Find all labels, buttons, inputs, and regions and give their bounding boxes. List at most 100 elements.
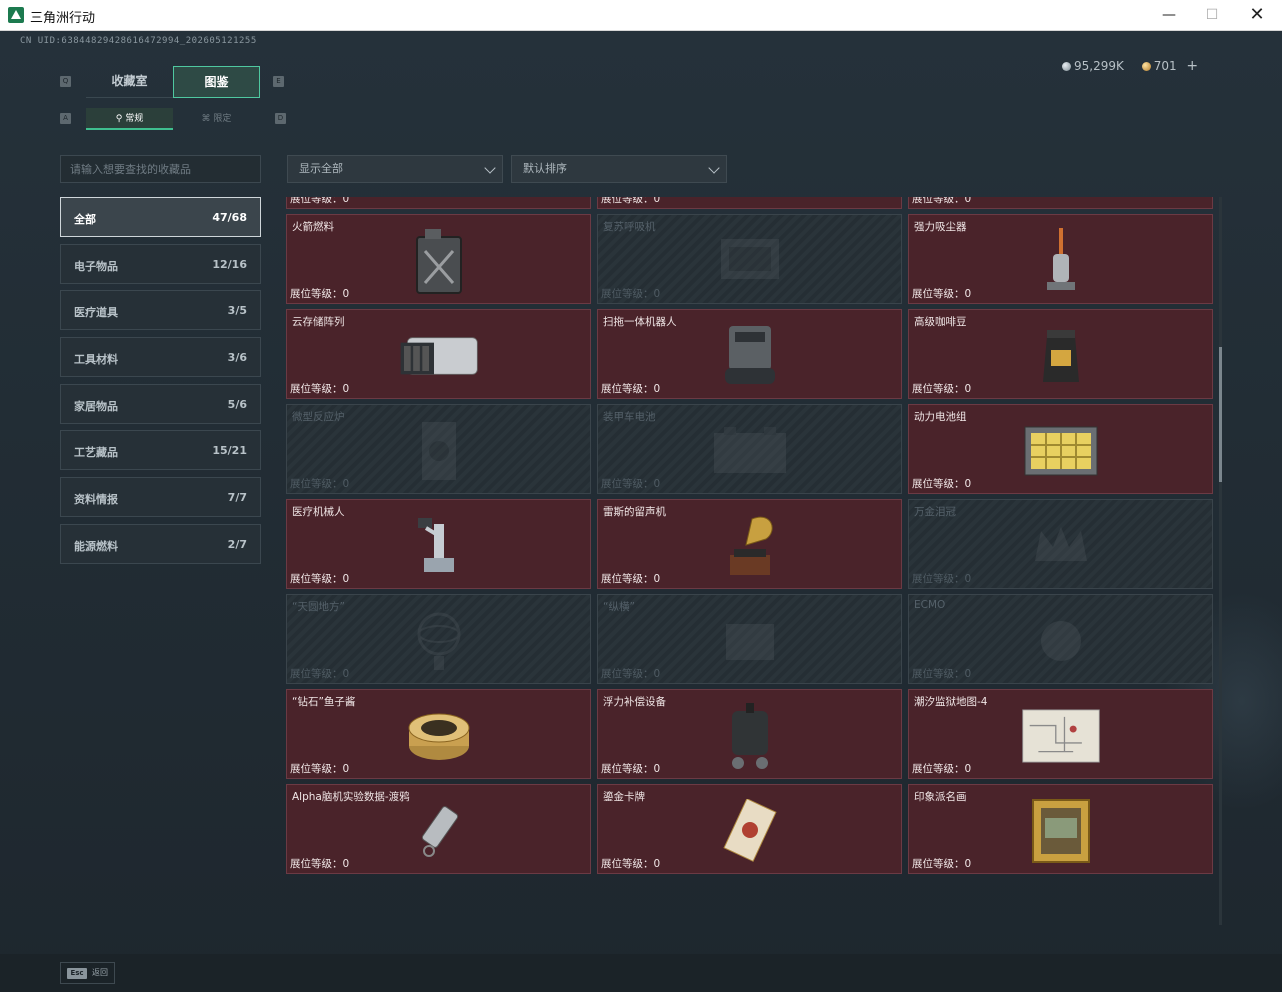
category-energy[interactable]: 能源燃料 2/7 xyxy=(60,523,261,564)
card-level: 展位等级：0 xyxy=(912,763,972,775)
collection-card[interactable]: 装甲车电池 展位等级：0 xyxy=(597,404,902,494)
map-icon xyxy=(1021,700,1101,772)
ventilator-icon xyxy=(710,225,790,297)
collection-card[interactable]: 雷斯的留声机 展位等级：0 xyxy=(597,499,902,589)
caviar-icon xyxy=(399,700,479,772)
category-count: 3/6 xyxy=(227,351,247,365)
battery-pack-icon xyxy=(1021,415,1101,487)
subtab-limited[interactable]: ⌘ 限定 xyxy=(173,108,260,130)
grid-row: Alpha脑机实验数据-渡鸦 展位等级：0 鎏金卡牌 展位等级：0 印象派名画 展位等级：… xyxy=(286,784,1216,874)
collection-card[interactable]: 万金泪冠 展位等级：0 xyxy=(908,499,1213,589)
category-all[interactable]: 全部 47/68 xyxy=(60,197,261,237)
card-name: 复苏呼吸机 xyxy=(603,221,656,233)
card-name: “纵横” xyxy=(603,601,635,613)
card-name: 云存储阵列 xyxy=(292,316,345,328)
card-level: 展位等级：0 xyxy=(290,858,350,870)
collection-card[interactable]: Alpha脑机实验数据-渡鸦 展位等级：0 xyxy=(286,784,591,874)
category-count: 15/21 xyxy=(212,444,247,458)
card-level: 展位等级：0 xyxy=(290,573,350,585)
grid-row: 医疗机械人 展位等级：0 雷斯的留声机 展位等级：0 万金泪冠 展位等级：0 xyxy=(286,499,1216,589)
tab-collection-room[interactable]: 收藏室 xyxy=(86,66,173,98)
collection-card[interactable]: 名贵机械表展位等级：0 xyxy=(286,197,591,209)
collection-card[interactable]: “天圆地方” 展位等级：0 xyxy=(286,594,591,684)
category-label: 医疗道具 xyxy=(74,306,118,320)
card-level: 展位等级：0 xyxy=(912,197,972,205)
back-button[interactable]: Esc 返回 xyxy=(60,962,115,984)
grid-row: “钻石”鱼子酱 展位等级：0 浮力补偿设备 展位等级：0 潮汐监狱地图-4 展位等级：0 xyxy=(286,689,1216,779)
collection-card[interactable]: 复苏呼吸机 展位等级：0 xyxy=(597,214,902,304)
subtab-regular-label: 常规 xyxy=(125,114,144,124)
category-intel[interactable]: 资料情报 7/7 xyxy=(60,477,261,518)
filter-dropdown[interactable]: 显示全部 xyxy=(287,155,503,183)
card-name: Alpha脑机实验数据-渡鸦 xyxy=(292,791,410,803)
silver-coin-icon xyxy=(1062,62,1071,71)
card-level: 展位等级：0 xyxy=(601,573,661,585)
card-level: 展位等级：0 xyxy=(601,197,661,205)
category-label: 能源燃料 xyxy=(74,539,118,553)
scrollbar[interactable] xyxy=(1219,197,1222,925)
app-logo-icon xyxy=(8,7,24,23)
search-input[interactable] xyxy=(60,155,261,183)
card-name: 高级咖啡豆 xyxy=(914,316,967,328)
collection-card[interactable]: 燧发枪藏品展位等级：0 xyxy=(597,197,902,209)
card-level: 展位等级：0 xyxy=(912,858,972,870)
scrollbar-thumb[interactable] xyxy=(1219,347,1222,482)
collection-card[interactable]: 高级咖啡豆展位等级：0 xyxy=(908,309,1213,399)
robot-vacuum-icon xyxy=(710,320,790,392)
collection-card[interactable]: 浮力补偿设备 展位等级：0 xyxy=(597,689,902,779)
category-crafts[interactable]: 工艺藏品 15/21 xyxy=(60,430,261,471)
category-label: 家居物品 xyxy=(74,399,118,413)
collection-card[interactable]: “钻石”鱼子酱 展位等级：0 xyxy=(286,689,591,779)
card-name: 潮汐监狱地图-4 xyxy=(914,696,988,708)
collection-grid: 名贵机械表展位等级：0 燧发枪藏品展位等级：0 军用信息终端展位等级：0 火箭燃料展位… xyxy=(286,197,1216,925)
reactor-icon xyxy=(399,415,479,487)
collection-card[interactable]: ECMO 展位等级：0 xyxy=(908,594,1213,684)
collection-card[interactable]: 印象派名画展位等级：0 xyxy=(908,784,1213,874)
card-level: 展位等级：0 xyxy=(601,858,661,870)
collection-card[interactable]: 云存储阵列 展位等级：0 xyxy=(286,309,591,399)
watch-icon xyxy=(399,197,479,202)
category-medical[interactable]: 医疗道具 3/5 xyxy=(60,290,261,331)
grid-row: “天圆地方” 展位等级：0 “纵横” 展位等级：0 ECMO 展位等级：0 xyxy=(286,594,1216,684)
collection-card[interactable]: 动力电池组 展位等级：0 xyxy=(908,404,1213,494)
close-button[interactable]: ✕ xyxy=(1234,0,1280,31)
category-list: 全部 47/68 电子物品 12/16 医疗道具 3/5 工具材料 3/6 家居物品 5/… xyxy=(60,197,261,571)
gold-amount: 701 xyxy=(1153,59,1177,73)
category-household[interactable]: 家居物品 5/6 xyxy=(60,383,261,424)
category-count: 47/68 xyxy=(212,211,247,224)
key-hint-q: Q xyxy=(60,76,71,87)
card-level: 展位等级：0 xyxy=(290,197,350,205)
maximize-button[interactable]: ☐ xyxy=(1189,0,1235,31)
main-tabs: 收藏室 图鉴 xyxy=(86,66,260,98)
collection-card[interactable]: 强力吸尘器 展位等级：0 xyxy=(908,214,1213,304)
sub-tabs: ⚲ 常规 ⌘ 限定 xyxy=(86,108,260,130)
add-currency-button[interactable]: + xyxy=(1186,58,1198,74)
collection-card[interactable]: 医疗机械人 展位等级：0 xyxy=(286,499,591,589)
medical-robot-icon xyxy=(399,510,479,582)
sort-dropdown[interactable]: 默认排序 xyxy=(511,155,727,183)
collection-card[interactable]: “纵横” 展位等级：0 xyxy=(597,594,902,684)
collection-card[interactable]: 鎏金卡牌 展位等级：0 xyxy=(597,784,902,874)
collection-card[interactable]: 扫拖一体机器人 展位等级：0 xyxy=(597,309,902,399)
grid-row: 名贵机械表展位等级：0 燧发枪藏品展位等级：0 军用信息终端展位等级：0 xyxy=(286,197,1216,209)
collection-card[interactable]: 潮汐监狱地图-4 展位等级：0 xyxy=(908,689,1213,779)
box-icon xyxy=(710,605,790,677)
crown-icon xyxy=(1021,510,1101,582)
collection-card[interactable]: 微型反应炉 展位等级：0 xyxy=(286,404,591,494)
category-tools[interactable]: 工具材料 3/6 xyxy=(60,337,261,378)
card-level: 展位等级：0 xyxy=(601,763,661,775)
armillary-icon xyxy=(399,605,479,677)
card-level: 展位等级：0 xyxy=(912,383,972,395)
card-name: 印象派名画 xyxy=(914,791,967,803)
category-electronics[interactable]: 电子物品 12/16 xyxy=(60,243,261,284)
subtab-regular[interactable]: ⚲ 常规 xyxy=(86,108,173,130)
limited-icon: ⌘ xyxy=(201,114,214,124)
chevron-down-icon xyxy=(708,162,720,174)
key-hint-a: A xyxy=(60,113,71,124)
tab-codex[interactable]: 图鉴 xyxy=(173,66,260,98)
card-level: 展位等级：0 xyxy=(290,668,350,680)
minimize-button[interactable]: — xyxy=(1146,0,1192,31)
collection-card[interactable]: 火箭燃料 展位等级：0 xyxy=(286,214,591,304)
category-label: 工具材料 xyxy=(74,353,118,367)
collection-card[interactable]: 军用信息终端展位等级：0 xyxy=(908,197,1213,209)
